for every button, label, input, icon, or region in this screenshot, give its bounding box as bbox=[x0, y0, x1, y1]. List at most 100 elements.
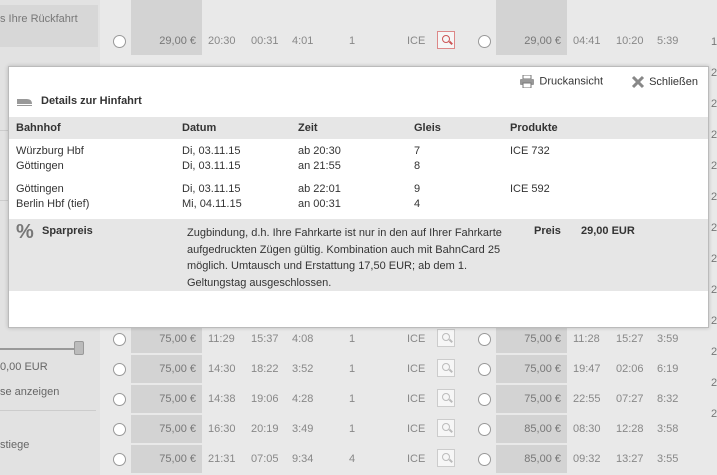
magnifier-icon[interactable] bbox=[437, 329, 455, 347]
departure-time: 09:32 bbox=[573, 453, 601, 465]
connection-radio[interactable] bbox=[478, 35, 491, 48]
product-type: ICE bbox=[407, 423, 426, 435]
duration: 3:52 bbox=[292, 363, 314, 375]
connection-price: 85,00 € bbox=[496, 415, 567, 443]
leg-1-to-date: Di, 03.11.15 bbox=[182, 160, 241, 172]
departure-time: 19:47 bbox=[573, 363, 601, 375]
outbound-connection-row[interactable]: 29,00 € 20:30 00:31 4:01 1 ICE bbox=[105, 27, 465, 57]
connection-price: 75,00 € bbox=[131, 445, 202, 473]
return-connection-row[interactable]: 85,00 € 09:32 13:27 3:55 bbox=[470, 445, 706, 475]
duration: 4:28 bbox=[292, 393, 314, 405]
right-edge-value: 2 bbox=[711, 377, 717, 389]
magnifier-icon[interactable] bbox=[437, 389, 455, 407]
duration: 6:19 bbox=[657, 363, 679, 375]
connection-radio[interactable] bbox=[113, 35, 126, 48]
connection-radio[interactable] bbox=[478, 423, 491, 436]
fare-details: % Sparpreis Zugbindung, d.h. Ihre Fahrka… bbox=[9, 219, 708, 291]
duration: 3:59 bbox=[657, 333, 679, 345]
arrival-time: 19:06 bbox=[251, 393, 279, 405]
departure-time: 04:41 bbox=[573, 35, 601, 47]
connection-price: 75,00 € bbox=[496, 355, 567, 383]
leg-1-to-time: an 21:55 bbox=[298, 160, 341, 172]
printer-icon bbox=[519, 74, 535, 89]
return-connection-row[interactable]: 75,00 € 19:47 02:06 6:19 bbox=[470, 355, 706, 385]
return-connection-row[interactable]: 75,00 € 11:28 15:27 3:59 bbox=[470, 325, 706, 355]
changes-count: 1 bbox=[349, 333, 356, 345]
connection-radio[interactable] bbox=[478, 393, 491, 406]
leg-2-from-date: Di, 03.11.15 bbox=[182, 183, 241, 195]
changes-count: 1 bbox=[349, 423, 356, 435]
arrival-time: 20:19 bbox=[251, 423, 279, 435]
close-label: Schließen bbox=[649, 75, 698, 88]
magnifier-icon[interactable] bbox=[437, 419, 455, 437]
leg-1-from-time: ab 20:30 bbox=[298, 145, 341, 157]
changes-count: 1 bbox=[349, 35, 356, 47]
price-slider-handle[interactable] bbox=[74, 341, 84, 355]
leg-2-from-platform: 9 bbox=[414, 183, 421, 195]
magnifier-icon[interactable] bbox=[437, 449, 455, 467]
outbound-connection-row[interactable]: 75,00 € 21:31 07:05 9:34 4 ICE bbox=[105, 445, 465, 475]
outbound-connection-row[interactable]: 75,00 € 16:30 20:19 3:49 1 ICE bbox=[105, 415, 465, 445]
right-edge-value: 2 bbox=[711, 284, 717, 296]
magnifier-icon[interactable] bbox=[437, 31, 455, 49]
return-connection-row[interactable]: 85,00 € 08:30 12:28 3:58 bbox=[470, 415, 706, 445]
arrival-time: 10:20 bbox=[616, 35, 644, 47]
close-button[interactable]: Schließen bbox=[631, 75, 698, 89]
departure-time: 20:30 bbox=[208, 35, 236, 47]
duration: 5:39 bbox=[657, 35, 679, 47]
train-icon bbox=[17, 96, 33, 107]
connection-radio[interactable] bbox=[113, 333, 126, 346]
sidebar-divider bbox=[0, 410, 96, 411]
connection-price: 75,00 € bbox=[131, 415, 202, 443]
dialog-title: Details zur Hinfahrt bbox=[17, 95, 142, 107]
connection-price: 85,00 € bbox=[496, 445, 567, 473]
sidebar-price-label: 0,00 EUR bbox=[0, 361, 48, 373]
departure-time: 11:28 bbox=[573, 333, 600, 345]
arrival-time: 02:06 bbox=[616, 363, 644, 375]
outbound-connection-row[interactable]: 75,00 € 11:29 15:37 4:08 1 ICE bbox=[105, 325, 465, 355]
leg-2-to-station: Berlin Hbf (tief) bbox=[16, 198, 90, 210]
right-edge-value: 2 bbox=[711, 160, 717, 172]
return-connection-row[interactable]: 75,00 € 22:55 07:27 8:32 bbox=[470, 385, 706, 415]
right-edge-value: 2 bbox=[711, 129, 717, 141]
connection-radio[interactable] bbox=[478, 333, 491, 346]
connection-radio[interactable] bbox=[478, 453, 491, 466]
leg-1-to-platform: 8 bbox=[414, 160, 421, 172]
right-edge-value: 2 bbox=[711, 408, 717, 420]
connection-price: 75,00 € bbox=[496, 325, 567, 353]
arrival-time: 07:05 bbox=[251, 453, 279, 465]
departure-time: 11:29 bbox=[208, 333, 235, 345]
arrival-time: 12:28 bbox=[616, 423, 644, 435]
leg-2-product: ICE 592 bbox=[510, 183, 550, 195]
magnifier-icon[interactable] bbox=[437, 359, 455, 377]
connection-price: 75,00 € bbox=[131, 325, 202, 353]
right-edge-value: 2 bbox=[711, 98, 717, 110]
sidebar-show-link[interactable]: se anzeigen bbox=[0, 386, 59, 398]
percent-icon: % bbox=[16, 221, 34, 243]
fare-conditions: Zugbindung, d.h. Ihre Fahrkarte ist nur … bbox=[187, 227, 502, 289]
leg-2-to-date: Mi, 04.11.15 bbox=[182, 198, 242, 210]
connection-radio[interactable] bbox=[113, 423, 126, 436]
return-price-column-header bbox=[496, 0, 567, 28]
leg-2-from-time: ab 22:01 bbox=[298, 183, 341, 195]
print-view-button[interactable]: Druckansicht bbox=[519, 74, 603, 89]
details-table-header: Bahnhof Datum Zeit Gleis Produkte bbox=[9, 117, 708, 139]
right-edge-value: 2 bbox=[711, 191, 717, 203]
price-slider-track[interactable] bbox=[0, 348, 82, 350]
connection-price: 29,00 € bbox=[496, 27, 567, 55]
arrival-time: 07:27 bbox=[616, 393, 644, 405]
column-header-time: Zeit bbox=[298, 122, 318, 134]
return-connection-row[interactable]: 29,00 € 04:41 10:20 5:39 bbox=[470, 27, 706, 57]
connection-radio[interactable] bbox=[478, 363, 491, 376]
arrival-time: 00:31 bbox=[251, 35, 279, 47]
outbound-connection-row[interactable]: 75,00 € 14:30 18:22 3:52 1 ICE bbox=[105, 355, 465, 385]
connection-radio[interactable] bbox=[113, 393, 126, 406]
departure-time: 16:30 bbox=[208, 423, 236, 435]
connection-details-dialog: Druckansicht Schließen Details zur Hinfa… bbox=[8, 66, 709, 328]
connection-radio[interactable] bbox=[113, 363, 126, 376]
duration: 9:34 bbox=[292, 453, 314, 465]
outbound-connection-row[interactable]: 75,00 € 14:38 19:06 4:28 1 ICE bbox=[105, 385, 465, 415]
connection-price: 75,00 € bbox=[131, 355, 202, 383]
product-type: ICE bbox=[407, 333, 426, 345]
connection-radio[interactable] bbox=[113, 453, 126, 466]
